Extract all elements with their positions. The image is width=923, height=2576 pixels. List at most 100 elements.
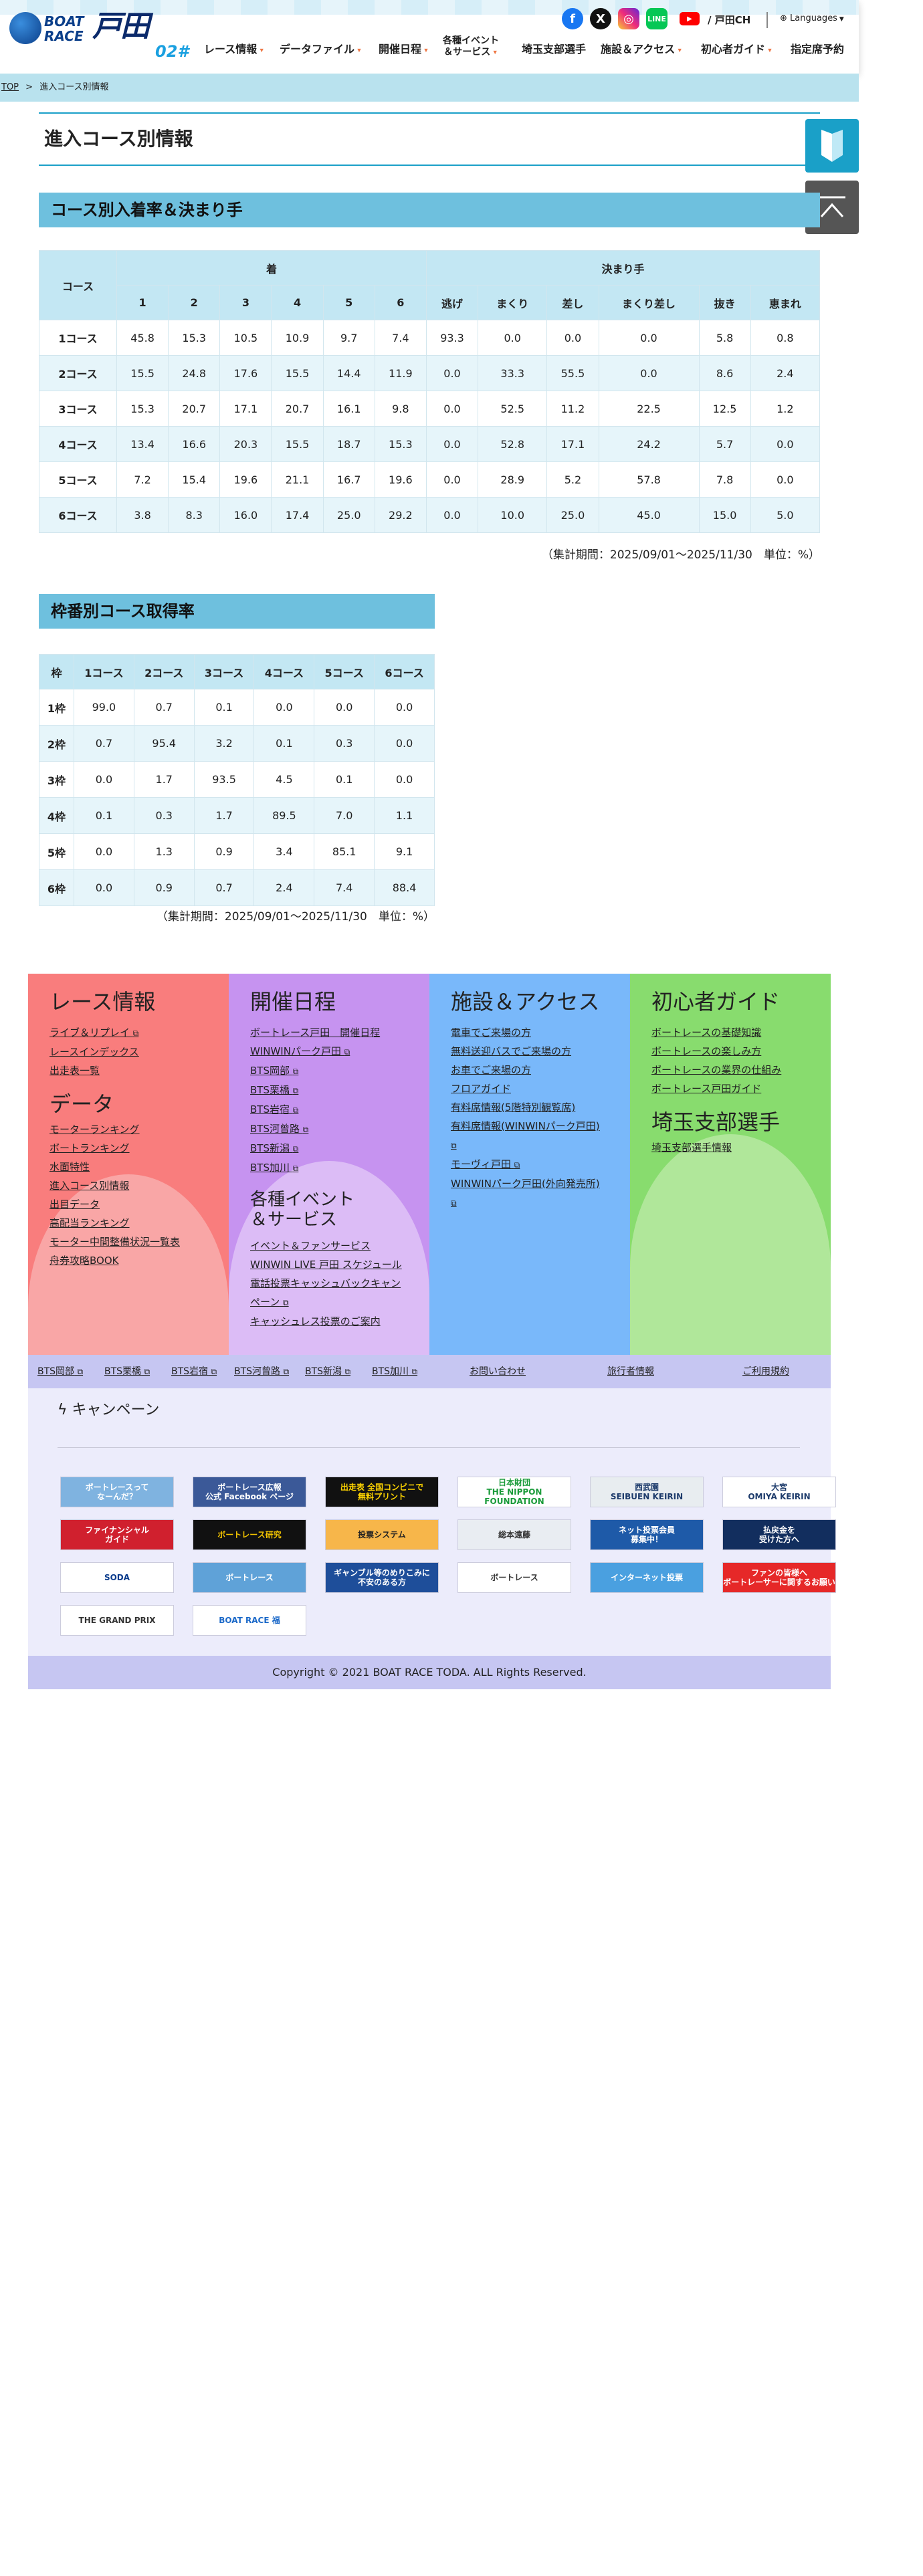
campaign-banner[interactable]: ボートレース研究 — [193, 1519, 306, 1550]
footer-link[interactable]: 舟券攻略BOOK — [49, 1251, 229, 1270]
nav-data-file[interactable]: データファイル ▼ — [280, 44, 362, 56]
nav-facility-access[interactable]: 施設＆アクセス ▼ — [601, 44, 683, 56]
campaign-banner[interactable]: BOAT RACE 福 — [193, 1605, 306, 1636]
footer-link[interactable]: キャッシュレス投票のご案内 — [250, 1312, 429, 1331]
footer-link[interactable]: モーターランキング — [49, 1120, 229, 1139]
subnav-link[interactable]: BTS河曾路 ⧉ — [234, 1355, 289, 1388]
footer-link[interactable]: ボートレース戸田 開催日程 — [250, 1023, 429, 1042]
languages-dropdown[interactable]: ⊕ Languages ▼ — [780, 13, 844, 23]
campaign-banner[interactable]: 西武園 SEIBUEN KEIRIN — [590, 1477, 704, 1507]
nav-race-info[interactable]: レース情報 ▼ — [204, 44, 265, 56]
footer-link[interactable]: BTS栗橋 ⧉ — [250, 1081, 429, 1100]
footer-link[interactable]: BTS新潟 ⧉ — [250, 1139, 429, 1158]
footer-link[interactable]: フロアガイド — [451, 1079, 630, 1098]
campaign-banner[interactable]: 総本遠藤 — [457, 1519, 571, 1550]
campaign-banner[interactable]: ボートレースって なーんだ？ — [60, 1477, 174, 1507]
footer-link[interactable]: モーヴィ戸田 ⧉ — [451, 1155, 630, 1174]
footer-link[interactable]: 出走表一覧 — [49, 1061, 229, 1080]
subnav-travel[interactable]: 旅行者情報 — [607, 1355, 654, 1388]
subnav-link[interactable]: BTS岩宿 ⧉ — [171, 1355, 217, 1388]
subnav-link[interactable]: BTS栗橋 ⧉ — [104, 1355, 150, 1388]
chevron-down-icon: ▼ — [354, 47, 363, 53]
chevron-down-icon: ▼ — [765, 47, 773, 53]
globe-icon: ⊕ — [780, 13, 791, 23]
footer-link[interactable]: 無料送迎バスでご来場の方 — [451, 1042, 630, 1061]
campaign-banner[interactable]: 出走表 全国コンビニで 無料プリント — [325, 1477, 439, 1507]
footer-link[interactable]: WINWINパーク戸田(外向発売所) — [451, 1174, 630, 1193]
campaign-banner[interactable]: 払戻金を 受けた方へ — [722, 1519, 836, 1550]
campaign-banner[interactable]: ファンの皆様へ ボートレーサーに関するお願い — [722, 1562, 836, 1593]
campaign-banner[interactable]: インターネット投票 — [590, 1562, 704, 1593]
campaign-banner[interactable]: 大宮 OMIYA KEIRIN — [722, 1477, 836, 1507]
footer-subnav: BTS岡部 ⧉ BTS栗橋 ⧉ BTS岩宿 ⧉ BTS河曾路 ⧉ BTS新潟 ⧉… — [28, 1355, 831, 1388]
footer-link[interactable]: ボートレース戸田ガイド — [651, 1079, 831, 1098]
chevron-down-icon: ▼ — [257, 47, 265, 53]
campaign-banner[interactable]: 日本財団 THE NIPPON FOUNDATION — [457, 1477, 571, 1507]
x-twitter-icon[interactable]: X — [590, 8, 611, 29]
footer-link[interactable]: BTS岡部 ⧉ — [250, 1061, 429, 1081]
campaign-banner[interactable]: ギャンブル等のめりこみに 不安のある方 — [325, 1562, 439, 1593]
subnav-link[interactable]: BTS岡部 ⧉ — [37, 1355, 83, 1388]
nav-events-services[interactable]: 各種イベント ＆サービス ▼ — [443, 35, 499, 58]
campaign-banner[interactable]: SODA — [60, 1562, 174, 1593]
footer-link[interactable]: ボートレースの楽しみ方 — [651, 1042, 831, 1061]
nav-label: 埼玉支部選手 — [522, 44, 587, 56]
campaign-banner[interactable]: THE GRAND PRIX — [60, 1605, 174, 1636]
footer-link[interactable]: お車でご来場の方 — [451, 1061, 630, 1079]
instagram-icon[interactable]: ◎ — [618, 8, 639, 29]
footer-link[interactable]: モーター中間整備状況一覧表 — [49, 1232, 229, 1251]
subnav-link[interactable]: BTS加川 ⧉ — [372, 1355, 417, 1388]
table-cell: 5.2 — [546, 461, 599, 498]
header-cell: 恵まれ — [750, 285, 821, 320]
footer-link[interactable]: 水面特性 — [49, 1158, 229, 1176]
footer-link[interactable]: 有料席情報(5階特別観覧席) — [451, 1098, 630, 1117]
youtube-icon[interactable]: ▶ — [680, 12, 700, 25]
footer-link[interactable]: 有料席情報(WINWINパーク戸田) — [451, 1117, 630, 1136]
subnav-link[interactable]: BTS新潟 ⧉ — [305, 1355, 350, 1388]
footer-link[interactable]: 電車でご来場の方 — [451, 1023, 630, 1042]
footer-link[interactable]: 埼玉支部選手情報 — [651, 1138, 831, 1157]
footer-link[interactable]: WINWIN LIVE 戸田 スケジュール — [250, 1255, 429, 1274]
facebook-icon[interactable]: f — [562, 8, 583, 29]
chevron-down-icon: ▼ — [837, 16, 844, 23]
subnav-terms[interactable]: ご利用規約 — [742, 1355, 789, 1388]
footer-link[interactable]: イベント＆ファンサービス — [250, 1237, 429, 1255]
footer-link[interactable]: ⧉ — [451, 1136, 630, 1155]
campaign-banner[interactable]: ボートレース — [193, 1562, 306, 1593]
external-link-icon: ⧉ — [344, 1367, 351, 1376]
campaign-banner[interactable]: ネット投票会員 募集中！ — [590, 1519, 704, 1550]
campaign-banner[interactable]: ファイナンシャル ガイド — [60, 1519, 174, 1550]
footer-link[interactable]: ボートランキング — [49, 1139, 229, 1158]
footer-link[interactable]: ボートレースの業界の仕組み — [651, 1061, 831, 1079]
footer-link[interactable]: 進入コース別情報 — [49, 1176, 229, 1195]
footer-link[interactable]: BTS加川 ⧉ — [250, 1158, 429, 1178]
footer-link[interactable]: ボートレースの基礎知識 — [651, 1023, 831, 1042]
footer-link[interactable]: WINWINパーク戸田 ⧉ — [250, 1042, 429, 1061]
footer-link[interactable]: BTS岩宿 ⧉ — [250, 1100, 429, 1119]
footer-link[interactable]: レースインデックス — [49, 1043, 229, 1061]
campaign-banner[interactable]: ボートレース広報 公式 Facebook ページ — [193, 1477, 306, 1507]
footer-link[interactable]: ライブ＆リプレイ ⧉ — [49, 1023, 229, 1043]
campaign-banner[interactable]: ボートレース — [457, 1562, 571, 1593]
nav-reserved-seat[interactable]: 指定席予約 — [791, 44, 844, 56]
footer-link[interactable]: 高配当ランキング — [49, 1214, 229, 1232]
nav-beginner-guide[interactable]: 初心者ガイド ▼ — [701, 44, 773, 56]
chevron-down-icon: ▼ — [675, 47, 683, 53]
footer-link[interactable]: BTS河曾路 ⧉ — [250, 1119, 429, 1139]
footer-link[interactable]: 電話投票キャッシュバックキャン — [250, 1274, 429, 1293]
nav-saitama-players[interactable]: 埼玉支部選手 — [522, 44, 586, 56]
campaign-banner[interactable]: 投票システム — [325, 1519, 439, 1550]
footer-link[interactable]: ⧉ — [451, 1193, 630, 1212]
subnav-contact[interactable]: お問い合わせ — [470, 1355, 526, 1388]
external-link-icon: ⧉ — [451, 1141, 457, 1150]
footer-link[interactable]: ペーン ⧉ — [250, 1293, 429, 1312]
nav-schedule[interactable]: 開催日程 ▼ — [379, 44, 429, 56]
table-cell: 0.0 — [374, 689, 435, 726]
table-cell: 93.5 — [193, 761, 255, 798]
breadcrumb-top-link[interactable]: TOP — [1, 82, 19, 92]
line-icon[interactable]: LINE — [646, 8, 668, 29]
site-logo[interactable]: BOAT RACE 戸田 02# — [7, 11, 189, 64]
external-link-icon: ⧉ — [292, 1144, 299, 1154]
footer-link[interactable]: 出目データ — [49, 1195, 229, 1214]
toda-ch-link[interactable]: / 戸田CH — [708, 13, 750, 27]
